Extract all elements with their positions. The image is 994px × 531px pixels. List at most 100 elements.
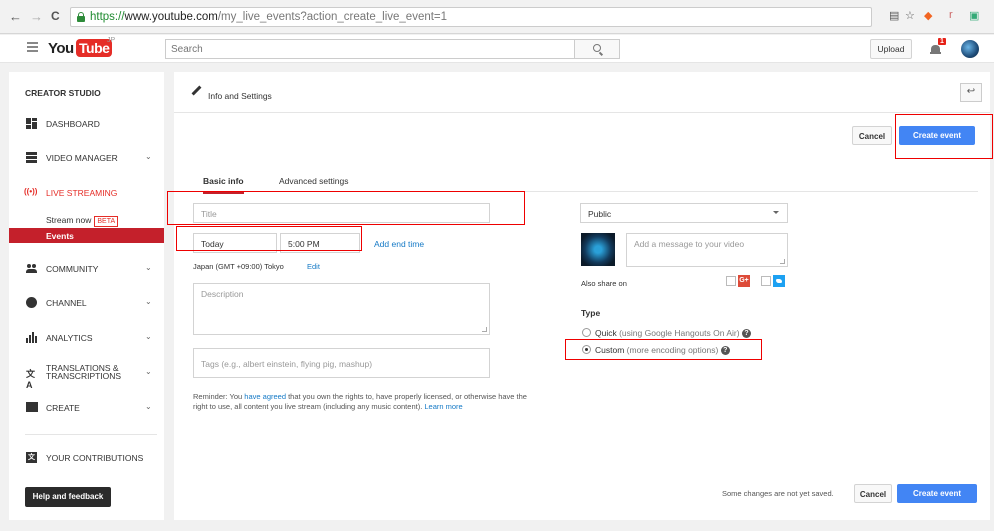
- have-agreed-link[interactable]: have agreed: [244, 392, 286, 401]
- sidebar-item-your-contributions[interactable]: 文 YOUR CONTRIBUTIONS: [9, 449, 164, 467]
- chevron-down-icon[interactable]: ⌄: [145, 297, 152, 306]
- sidebar-item-community[interactable]: COMMUNITY ⌄: [9, 260, 164, 278]
- type-quick-radio[interactable]: [582, 328, 591, 337]
- tab-advanced-settings[interactable]: Advanced settings: [279, 176, 348, 186]
- contributions-icon: 文: [26, 452, 37, 463]
- sidebar-item-live-streaming[interactable]: ((•)) LIVE STREAMING: [9, 184, 164, 202]
- help-icon[interactable]: ?: [741, 329, 751, 339]
- twitter-icon: [773, 275, 785, 287]
- sidebar-item-label: DASHBOARD: [46, 119, 100, 129]
- reload-icon[interactable]: C: [51, 9, 60, 23]
- sidebar-item-dashboard[interactable]: DASHBOARD: [9, 115, 164, 133]
- reminder-text: Reminder: You have agreed that you own t…: [193, 392, 527, 411]
- chevron-down-icon: [773, 211, 779, 214]
- search-input[interactable]: [166, 40, 574, 58]
- sidebar-item-label: CHANNEL: [46, 298, 87, 308]
- tags-field[interactable]: Tags (e.g., albert einstein, flying pig,…: [193, 348, 490, 378]
- create-event-button-bottom[interactable]: Create event: [897, 484, 977, 503]
- extension-r-icon[interactable]: r: [949, 9, 953, 21]
- sidebar-item-label: Stream now: [46, 215, 92, 225]
- sidebar-item-video-manager[interactable]: VIDEO MANAGER ⌄: [9, 149, 164, 167]
- gplus-checkbox[interactable]: [726, 276, 736, 286]
- message-placeholder: Add a message to your video: [634, 239, 745, 249]
- description-field[interactable]: Description: [193, 283, 490, 335]
- sidebar-item-label: TRANSLATIONS & TRANSCRIPTIONS: [46, 363, 122, 381]
- menu-icon[interactable]: [27, 42, 38, 52]
- highlight-title: [167, 191, 525, 225]
- notification-badge: 1: [938, 38, 946, 45]
- sidebar-item-channel[interactable]: CHANNEL ⌄: [9, 294, 164, 312]
- community-icon: [26, 263, 37, 274]
- search-button[interactable]: [574, 39, 620, 59]
- chevron-down-icon[interactable]: ⌄: [145, 367, 152, 376]
- browser-toolbar: ← → C https://www.youtube.com/my_live_ev…: [0, 0, 994, 34]
- url-scheme: https://: [90, 11, 125, 23]
- extension-icon[interactable]: ◆: [924, 9, 932, 22]
- add-end-time-link[interactable]: Add end time: [374, 239, 424, 249]
- sidebar-title: CREATOR STUDIO: [25, 88, 101, 98]
- translate-icon: 文A: [26, 369, 36, 390]
- pencil-icon: [191, 85, 202, 96]
- sidebar-item-events[interactable]: Events: [9, 228, 164, 243]
- sidebar-item-analytics[interactable]: ANALYTICS ⌄: [9, 329, 164, 347]
- logo-you: You: [48, 40, 74, 57]
- sidebar-item-label: CREATE: [46, 403, 80, 413]
- sidebar-item-label: LIVE STREAMING: [46, 188, 118, 198]
- learn-more-link[interactable]: Learn more: [424, 402, 462, 411]
- chevron-down-icon[interactable]: ⌄: [145, 152, 152, 161]
- live-streaming-icon: ((•)): [24, 187, 38, 196]
- twitter-checkbox[interactable]: [761, 276, 771, 286]
- share-message-field[interactable]: Add a message to your video: [626, 233, 788, 267]
- youtube-header: You Tube JP Upload 1: [0, 35, 994, 63]
- bookmark-star-icon[interactable]: ☆: [905, 9, 915, 22]
- privacy-select[interactable]: Public: [580, 203, 788, 223]
- avatar[interactable]: [961, 40, 979, 58]
- address-bar[interactable]: https://www.youtube.com/my_live_events?a…: [70, 7, 872, 27]
- type-label: Type: [581, 308, 601, 318]
- sidebar-item-label: COMMUNITY: [46, 264, 99, 274]
- sidebar-item-label: YOUR CONTRIBUTIONS: [46, 453, 144, 463]
- tags-placeholder: Tags (e.g., albert einstein, flying pig,…: [201, 359, 373, 369]
- type-quick-option: Quick (using Google Hangouts On Air) ?: [595, 328, 751, 339]
- video-manager-icon: [26, 152, 37, 163]
- highlight-create-event: [895, 114, 993, 159]
- beta-badge: BETA: [94, 216, 119, 227]
- sidebar-item-translations[interactable]: 文A TRANSLATIONS & TRANSCRIPTIONS ⌄: [9, 362, 164, 390]
- sidebar-item-label: VIDEO MANAGER: [46, 153, 118, 163]
- also-share-label: Also share on: [581, 279, 627, 288]
- cancel-button[interactable]: Cancel: [852, 126, 892, 145]
- creator-studio-sidebar: CREATOR STUDIO DASHBOARD VIDEO MANAGER ⌄…: [9, 72, 164, 520]
- back-button[interactable]: ↩: [960, 83, 982, 102]
- page-title: Info and Settings: [208, 91, 272, 101]
- channel-icon: [26, 297, 37, 308]
- chevron-down-icon[interactable]: ⌄: [145, 332, 152, 341]
- upload-button[interactable]: Upload: [870, 39, 912, 59]
- lock-icon: [77, 12, 85, 22]
- back-icon[interactable]: ←: [9, 9, 22, 24]
- timezone-edit-link[interactable]: Edit: [307, 262, 320, 271]
- chevron-down-icon[interactable]: ⌄: [145, 263, 152, 272]
- forward-icon[interactable]: →: [30, 9, 43, 24]
- unsaved-note: Some changes are not yet saved.: [722, 489, 834, 498]
- sidebar-item-label: ANALYTICS: [46, 333, 93, 343]
- extension-puzzle-icon[interactable]: ▣: [969, 9, 979, 22]
- info-settings-bar: Info and Settings ↩: [174, 72, 990, 113]
- chevron-down-icon[interactable]: ⌄: [145, 402, 152, 411]
- sidebar-item-stream-now[interactable]: Stream now BETA: [9, 212, 164, 227]
- main-panel: Info and Settings ↩ Cancel Create event …: [174, 72, 990, 520]
- timezone-label: Japan (GMT +09:00) Tokyo: [193, 262, 284, 271]
- highlight-date-time: [176, 226, 362, 251]
- highlight-custom-type: [565, 339, 762, 360]
- tab-bar: Basic info Advanced settings: [192, 170, 978, 194]
- resize-handle[interactable]: [780, 259, 785, 264]
- cancel-button-bottom[interactable]: Cancel: [854, 484, 892, 503]
- resize-handle[interactable]: [482, 327, 487, 332]
- privacy-value: Public: [588, 209, 612, 219]
- help-feedback-button[interactable]: Help and feedback: [25, 487, 111, 507]
- description-placeholder: Description: [201, 289, 244, 299]
- analytics-icon: [26, 332, 37, 343]
- translate-icon[interactable]: ▤: [889, 9, 899, 22]
- url-domain: www.youtube.com: [124, 11, 218, 23]
- sidebar-item-create[interactable]: CREATE ⌄: [9, 399, 164, 417]
- dashboard-icon: [26, 118, 37, 129]
